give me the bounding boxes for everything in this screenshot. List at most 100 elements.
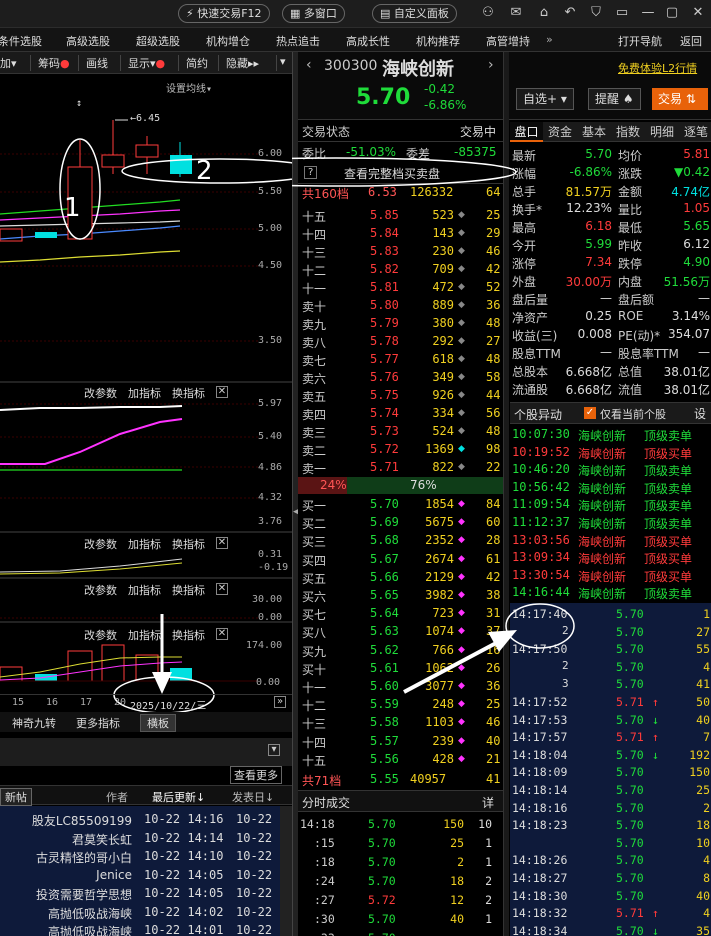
trade-button[interactable]: 交易 ⇅	[652, 88, 708, 110]
close-panel-icon[interactable]: ✕	[216, 628, 228, 640]
switch-indicator-button[interactable]: 换指标	[172, 385, 205, 401]
draw-line-button[interactable]: 画线	[86, 55, 108, 71]
mail-icon[interactable]: ✉	[508, 5, 524, 21]
trade-row[interactable]: 14:18:14 5.70 25	[510, 782, 711, 800]
trade-row[interactable]: 14:18:26 5.70 4	[510, 852, 711, 870]
undo-icon[interactable]: ↶	[562, 5, 578, 21]
ma-settings-button[interactable]: 设置均线▾	[166, 80, 212, 95]
add-watchlist-button[interactable]: 自选+ ▾	[516, 88, 574, 110]
edit-params-button[interactable]: 改参数	[84, 582, 117, 598]
trade-row[interactable]: 14:18:30 5.70 40	[510, 888, 711, 906]
maximize-icon[interactable]: ▢	[664, 5, 680, 21]
trade-row[interactable]: 14:18:04 5.70 ↓ 192	[510, 747, 711, 765]
expand-icon[interactable]: ▾	[268, 744, 280, 756]
app-window-icon[interactable]: ▭	[614, 5, 630, 21]
tick-row[interactable]: :15 5.70 25 1	[298, 834, 503, 853]
add-indicator-button[interactable]: 加指标	[128, 582, 161, 598]
menu-item[interactable]: 返回	[680, 33, 702, 49]
tab-more-indicators[interactable]: 更多指标	[76, 715, 120, 731]
close-panel-icon[interactable]: ✕	[216, 386, 228, 398]
new-post-button[interactable]: 新帖	[0, 788, 32, 806]
user-icon[interactable]: ⚇	[480, 5, 496, 21]
bid-row[interactable]: 十五 5.56 428 ◆ 21	[300, 750, 502, 769]
chips-button[interactable]: 筹码●	[38, 55, 70, 71]
trade-row[interactable]: 14:18:27 5.70 8	[510, 870, 711, 888]
switch-indicator-button[interactable]: 换指标	[172, 627, 205, 643]
menu-more-icon[interactable]: »	[546, 33, 553, 46]
trade-row[interactable]: 14:17:57 5.71 ↑ 7	[510, 729, 711, 747]
switch-indicator-button[interactable]: 换指标	[172, 582, 205, 598]
shirt-icon[interactable]: ⛉	[588, 5, 604, 21]
add-indicator-button[interactable]: 加指标	[128, 536, 161, 552]
trade-row[interactable]: 14:18:34 5.70 ↓ 35	[510, 923, 711, 936]
tab-magic-nine[interactable]: 神奇九转	[12, 715, 56, 731]
menu-item[interactable]: 机构增仓	[206, 33, 250, 49]
forum-row[interactable]: 君莫笑长虹 10-22 14:14 10-22	[0, 829, 280, 848]
multi-window-button[interactable]: ▦ 多窗口	[282, 4, 345, 23]
forum-row[interactable]: Jenice 10-22 14:05 10-22	[0, 866, 280, 885]
close-panel-icon[interactable]: ✕	[216, 537, 228, 549]
next-stock-icon[interactable]: ›	[488, 57, 494, 73]
edit-params-button[interactable]: 改参数	[84, 536, 117, 552]
tick-row[interactable]: :24 5.70 18 2	[298, 872, 503, 891]
add-button[interactable]: 加▾	[0, 55, 17, 71]
forum-row[interactable]: 古灵精怪的哥小白 10-22 14:10 10-22	[0, 847, 280, 866]
col-author[interactable]: 作者	[106, 789, 128, 805]
close-panel-icon[interactable]: ✕	[216, 583, 228, 595]
menu-item[interactable]: 超级选股	[136, 33, 180, 49]
edit-params-button[interactable]: 改参数	[84, 627, 117, 643]
menu-item[interactable]: 高级选股	[66, 33, 110, 49]
quick-trade-button[interactable]: ⚡ 快速交易F12	[178, 4, 270, 23]
trade-row[interactable]: 5.70 10	[510, 835, 711, 853]
tick-title: 分时成交	[302, 796, 351, 810]
menu-item[interactable]: 热点追击	[276, 33, 320, 49]
dropdown-icon[interactable]: ▾	[280, 55, 286, 68]
bid-total-row: 共71档 5.55 40957 41	[300, 770, 502, 789]
menu-item[interactable]: 高管增持	[486, 33, 530, 49]
col-last-update[interactable]: 最后更新↓	[152, 789, 205, 805]
forum-scrollbar[interactable]	[280, 806, 292, 936]
menu-item[interactable]: 条件选股	[0, 33, 42, 49]
add-indicator-button[interactable]: 加指标	[128, 385, 161, 401]
tick-row[interactable]: 14:18 5.70 150 10	[298, 815, 503, 834]
trade-price: 5.70	[616, 835, 644, 850]
col-post-date[interactable]: 发表日↓	[232, 789, 274, 805]
menu-item[interactable]: 高成长性	[346, 33, 390, 49]
tick-row[interactable]: :33 5.70	[298, 929, 503, 936]
tick-detail-button[interactable]: 详	[482, 794, 494, 811]
forum-row[interactable]: 高抛低吸战海峡 10-22 14:02 10-22	[0, 903, 280, 922]
divider	[218, 55, 219, 71]
show-button[interactable]: 显示▾●	[128, 55, 165, 71]
trade-row[interactable]: 14:18:32 5.71 ↑ 4	[510, 905, 711, 923]
forum-row[interactable]: 高抛低吸战海峡 10-22 14:01 10-22	[0, 921, 280, 936]
forum-row[interactable]: 股友LC85509199 10-22 14:16 10-22	[0, 810, 280, 829]
bid-row[interactable]: 十四 5.57 239 ◆ 40	[300, 732, 502, 751]
menu-item[interactable]: 打开导航	[618, 33, 662, 49]
alert-button[interactable]: 提醒 ♠	[588, 88, 641, 110]
view-more-button[interactable]: 查看更多	[230, 766, 282, 784]
tick-row[interactable]: :27 5.72 12 2	[298, 891, 503, 910]
trade-row[interactable]: 14:18:09 5.70 150	[510, 764, 711, 782]
tick-row[interactable]: :18 5.70 2 1	[298, 853, 503, 872]
bid-level: 十五	[302, 753, 327, 768]
free-l2-link[interactable]: 免费体验L2行情	[618, 60, 697, 76]
close-icon[interactable]: ✕	[690, 5, 706, 21]
scroll-right-icon[interactable]: »	[274, 696, 286, 708]
forum-row[interactable]: 投资需要哲学思想 10-22 14:05 10-22	[0, 884, 280, 903]
tick-row[interactable]: :30 5.70 40 1	[298, 910, 503, 929]
stock-code: 300300	[324, 58, 378, 74]
custom-panel-button[interactable]: ▤ 自定义面板	[372, 4, 457, 23]
simple-button[interactable]: 简约	[186, 55, 208, 71]
tab-horizontal[interactable]: 横板	[140, 714, 176, 732]
trade-time: 14:18:14	[512, 783, 568, 797]
home-icon[interactable]: ⌂	[536, 5, 552, 21]
switch-indicator-button[interactable]: 换指标	[172, 536, 205, 552]
menu-item[interactable]: 机构推荐	[416, 33, 460, 49]
hide-button[interactable]: 隐藏▸▸	[226, 55, 259, 71]
trade-row[interactable]: 14:18:16 5.70 2	[510, 800, 711, 818]
minimize-icon[interactable]: —	[640, 5, 656, 21]
add-indicator-button[interactable]: 加指标	[128, 627, 161, 643]
prev-stock-icon[interactable]: ‹	[306, 57, 312, 73]
edit-params-button[interactable]: 改参数	[84, 385, 117, 401]
trade-row[interactable]: 14:18:23 5.70 18	[510, 817, 711, 835]
